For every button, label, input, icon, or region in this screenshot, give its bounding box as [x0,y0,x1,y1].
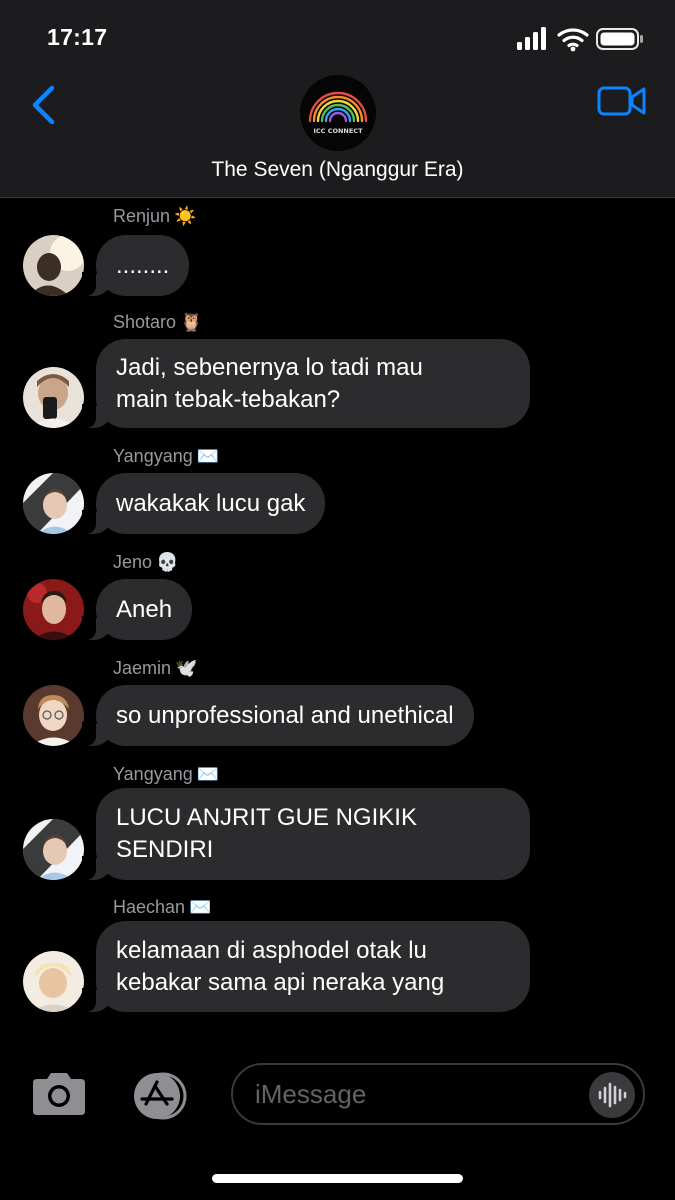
app-store-button[interactable] [127,1072,195,1120]
home-indicator[interactable] [212,1174,463,1183]
sender-name: Jeno 💀 [113,552,179,572]
message-bubble[interactable]: so unprofessional and unethical [82,685,474,746]
avatar[interactable] [23,473,84,534]
waveform-icon [598,1082,627,1108]
avatar[interactable] [23,819,84,880]
avatar[interactable] [23,579,84,640]
message-bubble[interactable]: wakakak lucu gak [81,473,326,534]
compose-bar [0,1048,675,1200]
sender-name: Shotaro 🦉 [113,312,203,332]
avatar[interactable] [23,367,84,428]
status-icons [517,26,645,52]
camera-button[interactable] [29,1071,89,1117]
sender-name: Renjun ☀️ [113,206,197,226]
group-avatar[interactable]: ICC CONNECT [300,75,376,151]
battery-icon [596,28,643,50]
message-bubble[interactable]: Aneh [81,579,193,640]
message-bubble[interactable]: Jadi, sebenernya lo tadi mau main tebak-t… [82,339,530,428]
cellular-signal-icon [517,27,546,50]
chat-header: 17:17 ICC CONNECT The Seven (Nganggur Er… [0,0,675,198]
camera-icon [33,1073,85,1115]
imessage-input[interactable] [231,1063,645,1125]
voice-message-button[interactable] [589,1072,635,1118]
chevron-left-icon [32,85,55,125]
message-list[interactable]: Renjun ☀️ ........ Shotaro 🦉 Jadi, seben… [0,198,675,1048]
app-store-icon [134,1072,187,1120]
group-title[interactable]: The Seven (Nganggur Era) [0,158,675,182]
avatar-logo-text: ICC CONNECT [313,127,363,135]
sender-name: Jaemin 🕊️ [113,658,198,678]
back-button[interactable] [28,82,58,128]
message-bubble[interactable]: LUCU ANJRIT GUE NGIKIK SENDIRI [82,788,530,880]
avatar[interactable] [23,685,84,746]
message-bubble[interactable]: kelamaan di asphodel otak lu kebakar sama… [82,921,530,1012]
wifi-icon [557,28,589,48]
sender-name: Haechan ✉️ [113,897,212,917]
message-bubble[interactable]: ........ [81,235,190,296]
video-camera-icon [597,86,646,116]
avatar[interactable] [23,951,84,1012]
sender-name: Yangyang ✉️ [113,446,220,466]
status-time: 17:17 [47,24,108,50]
sender-name: Yangyang ✉️ [113,764,220,784]
avatar[interactable] [23,235,84,296]
facetime-button[interactable] [597,84,647,118]
